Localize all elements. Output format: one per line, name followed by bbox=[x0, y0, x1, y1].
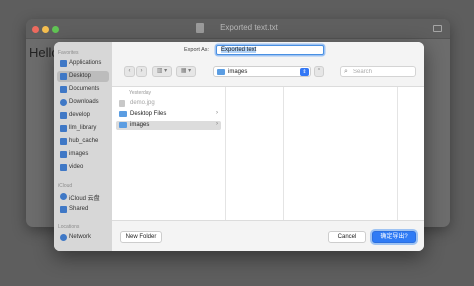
export-as-label: Export As: bbox=[184, 47, 210, 53]
view-columns-icon[interactable]: ▥ ▾ bbox=[152, 66, 172, 77]
shared-folder-icon bbox=[60, 206, 67, 213]
sidebar-item-desktop[interactable]: Desktop bbox=[57, 71, 109, 82]
toolbar: ‹ › ▥ ▾ ▦ ▾ images ⇕ ⌃ ⌕ bbox=[112, 64, 424, 82]
chevron-right-icon: › bbox=[216, 121, 218, 127]
sidebar-item-label: video bbox=[69, 164, 84, 170]
sidebar-item-images[interactable]: images bbox=[57, 149, 109, 160]
sidebar-item-label: develop bbox=[69, 112, 91, 118]
sidebar-item-label: Desktop bbox=[69, 73, 92, 79]
folder-icon bbox=[60, 164, 67, 171]
sidebar-item-label: Downloads bbox=[69, 99, 99, 105]
favorites-heading: Favorites bbox=[58, 50, 79, 56]
fullscreen-icon[interactable] bbox=[433, 25, 442, 32]
folder-icon bbox=[60, 125, 67, 132]
view-grid-icon[interactable]: ▦ ▾ bbox=[176, 66, 196, 77]
sidebar-item-hub-cache[interactable]: hub_cache bbox=[57, 136, 109, 147]
new-folder-button[interactable]: New Folder bbox=[120, 231, 162, 243]
sidebar-item-applications[interactable]: Applications bbox=[57, 58, 109, 69]
folder-icon bbox=[119, 111, 127, 117]
chevron-right-icon: › bbox=[216, 110, 218, 116]
confirm-export-button[interactable]: 确定导出? bbox=[372, 231, 416, 243]
downloads-icon bbox=[60, 99, 67, 106]
cloud-icon bbox=[60, 193, 67, 200]
column-date-heading: Yesterday bbox=[129, 90, 152, 96]
folder-icon bbox=[60, 138, 67, 145]
sidebar-item-video[interactable]: video bbox=[57, 162, 109, 173]
search-box[interactable]: ⌕ bbox=[340, 66, 416, 77]
sidebar-item-documents[interactable]: Documents bbox=[57, 84, 109, 95]
list-item[interactable]: images › bbox=[116, 121, 221, 130]
sidebar-item-label: Network bbox=[69, 234, 92, 240]
browser-column-empty bbox=[284, 87, 398, 220]
search-input[interactable] bbox=[353, 68, 413, 75]
export-dialog: Favorites Applications Desktop Documents… bbox=[54, 42, 424, 251]
file-name-text: Exported text bbox=[221, 47, 257, 53]
sidebar-item-develop[interactable]: develop bbox=[57, 110, 109, 121]
list-item[interactable]: Desktop Files › bbox=[116, 110, 221, 119]
window-title: Exported text.txt bbox=[220, 23, 278, 32]
applications-icon bbox=[60, 60, 67, 67]
cancel-button[interactable]: Cancel bbox=[328, 231, 366, 243]
chevron-updown-icon: ⇕ bbox=[300, 68, 309, 76]
file-name-field[interactable]: Exported text bbox=[216, 45, 324, 55]
browser-column-empty bbox=[226, 87, 284, 220]
dialog-main: Export As: Exported text ‹ › ▥ ▾ ▦ ▾ ima… bbox=[112, 42, 424, 251]
desktop-icon bbox=[60, 73, 67, 80]
locations-heading: Locations bbox=[58, 224, 80, 230]
network-icon bbox=[60, 234, 67, 241]
folder-icon bbox=[119, 122, 127, 128]
forward-icon[interactable]: › bbox=[136, 66, 147, 77]
folder-icon bbox=[60, 151, 67, 158]
sidebar-item-shared[interactable]: Shared bbox=[57, 204, 109, 215]
sidebar-item-label: Applications bbox=[69, 60, 102, 66]
documents-icon bbox=[60, 86, 67, 93]
sidebar-item-label: llm_library bbox=[69, 125, 97, 131]
icloud-heading: iCloud bbox=[58, 183, 73, 189]
folder-icon bbox=[217, 69, 225, 75]
image-file-icon bbox=[119, 100, 125, 107]
sidebar-item-icloud-drive[interactable]: iCloud 云盘 bbox=[57, 191, 109, 202]
sidebar: Favorites Applications Desktop Documents… bbox=[54, 42, 112, 251]
sidebar-item-downloads[interactable]: Downloads bbox=[57, 97, 109, 108]
sidebar-item-label: Shared bbox=[69, 206, 89, 212]
list-item[interactable]: demo.jpg bbox=[116, 99, 221, 108]
sidebar-item-label: Documents bbox=[69, 86, 100, 92]
folder-icon bbox=[60, 112, 67, 119]
list-item-label: Desktop Files bbox=[130, 111, 167, 117]
list-item-label: images bbox=[130, 122, 150, 128]
background-titlebar: Exported text.txt bbox=[26, 19, 450, 39]
collapse-icon[interactable]: ⌃ bbox=[314, 66, 324, 77]
sidebar-item-label: images bbox=[69, 151, 89, 157]
search-icon: ⌕ bbox=[344, 68, 348, 75]
location-label: images bbox=[228, 69, 248, 75]
sidebar-item-network[interactable]: Network bbox=[57, 232, 109, 243]
sidebar-item-llm-library[interactable]: llm_library bbox=[57, 123, 109, 134]
file-browser: Yesterday demo.jpg Desktop Files › image… bbox=[112, 86, 424, 221]
dialog-footer: New Folder Cancel 确定导出? bbox=[112, 226, 424, 248]
location-popup[interactable]: images ⇕ bbox=[213, 66, 311, 77]
sidebar-item-label: iCloud 云盘 bbox=[69, 196, 100, 202]
list-item-label: demo.jpg bbox=[130, 100, 155, 106]
back-icon[interactable]: ‹ bbox=[124, 66, 135, 77]
sidebar-item-label: hub_cache bbox=[69, 138, 99, 144]
browser-column: Yesterday demo.jpg Desktop Files › image… bbox=[112, 87, 226, 220]
